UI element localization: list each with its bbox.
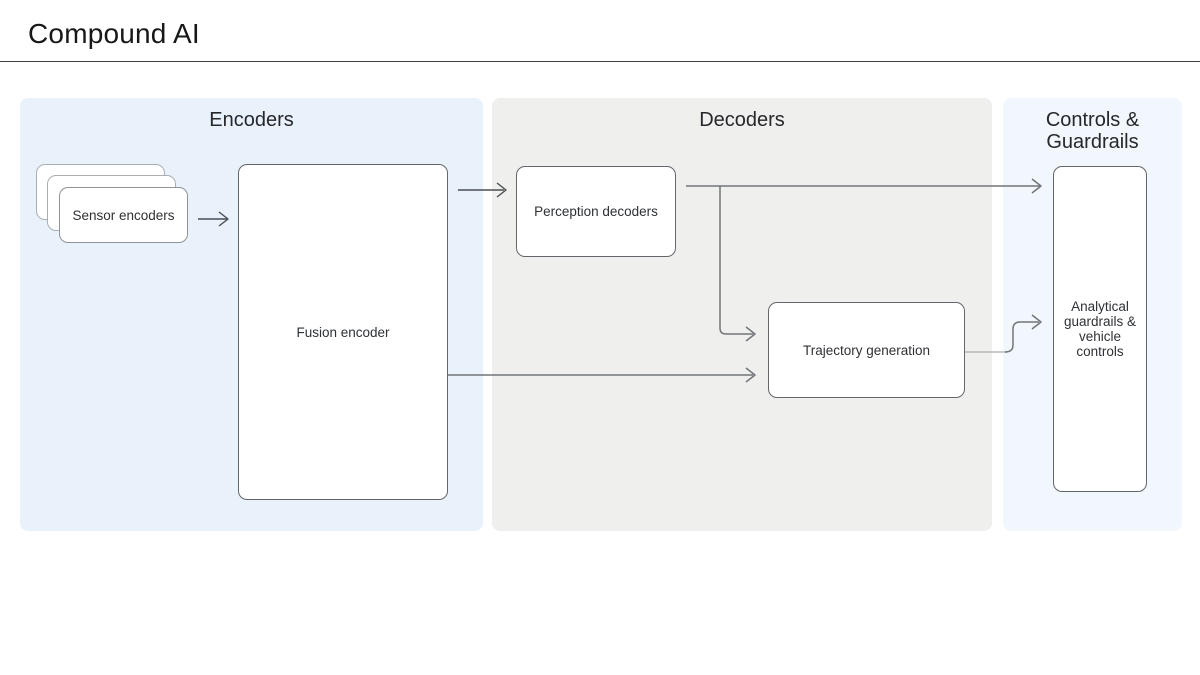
node-fusion-encoder: Fusion encoder [238, 164, 448, 500]
page-title: Compound AI [28, 18, 200, 50]
node-analytical-guardrails: Analytical guardrails & vehicle controls [1053, 166, 1147, 492]
title-divider [0, 61, 1200, 62]
diagram-canvas: Compound AI Encoders Decoders Controls &… [0, 0, 1200, 675]
panel-decoders-title: Decoders [492, 109, 992, 131]
node-perception-decoders-label: Perception decoders [534, 204, 658, 219]
node-analytical-guardrails-label: Analytical guardrails & vehicle controls [1064, 299, 1136, 359]
node-fusion-encoder-label: Fusion encoder [296, 325, 389, 340]
panel-encoders-title: Encoders [20, 109, 483, 131]
node-sensor-encoders-label: Sensor encoders [72, 208, 174, 223]
panel-controls-title: Controls & Guardrails [1003, 109, 1182, 153]
node-trajectory-generation-label: Trajectory generation [803, 343, 930, 358]
node-sensor-encoders: Sensor encoders [59, 187, 188, 243]
node-perception-decoders: Perception decoders [516, 166, 676, 257]
node-trajectory-generation: Trajectory generation [768, 302, 965, 398]
